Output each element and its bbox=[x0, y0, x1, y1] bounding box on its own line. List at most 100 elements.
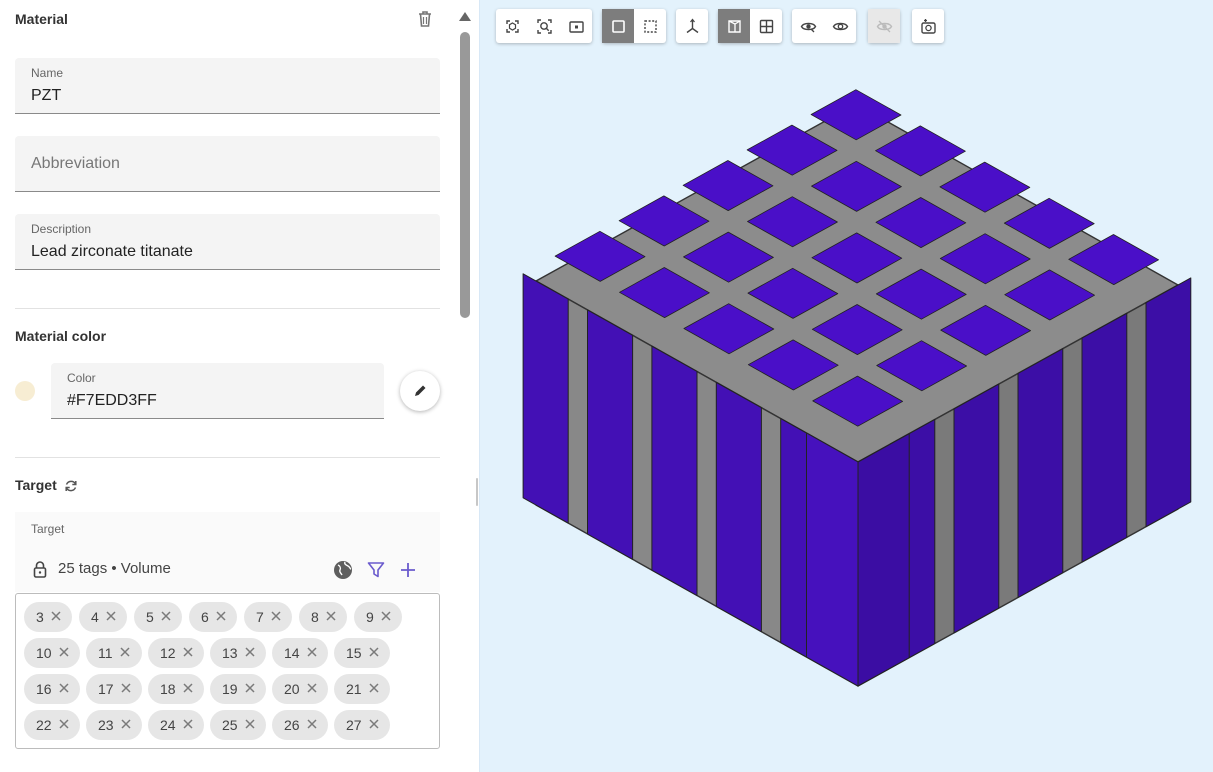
material-color-title: Material color bbox=[15, 328, 107, 344]
tag-chip[interactable]: 15 bbox=[334, 638, 390, 668]
remove-tag-icon[interactable] bbox=[58, 646, 72, 660]
abbreviation-field[interactable]: Abbreviation bbox=[15, 136, 440, 192]
tag-chip[interactable]: 16 bbox=[24, 674, 80, 704]
remove-tag-icon[interactable] bbox=[50, 610, 64, 624]
tag-chip[interactable]: 9 bbox=[354, 602, 402, 632]
pillar-side bbox=[522, 273, 569, 524]
tag-chip[interactable]: 27 bbox=[334, 710, 390, 740]
remove-tag-icon[interactable] bbox=[120, 682, 134, 696]
remove-tag-icon[interactable] bbox=[270, 610, 284, 624]
remove-tag-icon[interactable] bbox=[182, 718, 196, 732]
remove-tag-icon[interactable] bbox=[306, 718, 320, 732]
remove-tag-icon[interactable] bbox=[58, 718, 72, 732]
remove-tag-icon[interactable] bbox=[120, 718, 134, 732]
remove-tag-icon[interactable] bbox=[368, 646, 382, 660]
tag-chip-label: 5 bbox=[146, 609, 154, 625]
tag-chip[interactable]: 25 bbox=[210, 710, 266, 740]
remove-tag-icon[interactable] bbox=[182, 682, 196, 696]
tag-chip[interactable]: 17 bbox=[86, 674, 142, 704]
description-value: Lead zirconate titanate bbox=[31, 243, 193, 260]
tag-chip-label: 16 bbox=[36, 681, 52, 697]
target-summary: 25 tags • Volume bbox=[58, 560, 171, 577]
tag-chip-label: 24 bbox=[160, 717, 176, 733]
tag-chip-label: 13 bbox=[222, 645, 238, 661]
color-swatch bbox=[15, 381, 35, 401]
remove-tag-icon[interactable] bbox=[244, 718, 258, 732]
globe-icon[interactable] bbox=[332, 559, 354, 581]
pillar-side bbox=[806, 432, 859, 687]
remove-tag-icon[interactable] bbox=[368, 718, 382, 732]
edit-color-button[interactable] bbox=[400, 371, 440, 411]
delete-icon[interactable] bbox=[414, 8, 436, 30]
name-field[interactable]: Name PZT bbox=[15, 58, 440, 114]
tag-chip-label: 23 bbox=[98, 717, 114, 733]
tag-chip[interactable]: 23 bbox=[86, 710, 142, 740]
remove-tag-icon[interactable] bbox=[380, 610, 394, 624]
tag-chip[interactable]: 7 bbox=[244, 602, 292, 632]
tag-chip-label: 3 bbox=[36, 609, 44, 625]
tag-chip-label: 17 bbox=[98, 681, 114, 697]
add-tag-icon[interactable] bbox=[397, 559, 419, 581]
tag-chip-label: 15 bbox=[346, 645, 362, 661]
remove-tag-icon[interactable] bbox=[215, 610, 229, 624]
target-box-label: Target bbox=[31, 522, 65, 536]
tag-chip[interactable]: 12 bbox=[148, 638, 204, 668]
3d-model[interactable] bbox=[480, 0, 1213, 772]
remove-tag-icon[interactable] bbox=[58, 682, 72, 696]
tag-chip[interactable]: 5 bbox=[134, 602, 182, 632]
tag-chip-label: 20 bbox=[284, 681, 300, 697]
pillar-side bbox=[1145, 277, 1192, 528]
3d-viewer[interactable] bbox=[480, 0, 1213, 772]
remove-tag-icon[interactable] bbox=[368, 682, 382, 696]
tag-chip[interactable]: 3 bbox=[24, 602, 72, 632]
tag-chip[interactable]: 13 bbox=[210, 638, 266, 668]
tag-chip[interactable]: 22 bbox=[24, 710, 80, 740]
remove-tag-icon[interactable] bbox=[160, 610, 174, 624]
pillar-side bbox=[1017, 348, 1064, 598]
tag-chip[interactable]: 18 bbox=[148, 674, 204, 704]
pillar-side bbox=[715, 381, 762, 633]
refresh-icon[interactable] bbox=[63, 478, 79, 494]
remove-tag-icon[interactable] bbox=[105, 610, 119, 624]
tag-chip[interactable]: 8 bbox=[299, 602, 347, 632]
pencil-icon bbox=[415, 385, 426, 396]
scrollbar-thumb[interactable] bbox=[460, 32, 470, 318]
scroll-up-arrow-icon[interactable] bbox=[459, 12, 471, 21]
tag-chip-label: 25 bbox=[222, 717, 238, 733]
remove-tag-icon[interactable] bbox=[306, 646, 320, 660]
tag-chip[interactable]: 11 bbox=[86, 638, 142, 668]
filter-icon[interactable] bbox=[366, 559, 386, 581]
tag-chip[interactable]: 10 bbox=[24, 638, 80, 668]
description-field[interactable]: Description Lead zirconate titanate bbox=[15, 214, 440, 270]
tag-chip[interactable]: 19 bbox=[210, 674, 266, 704]
tag-chip-label: 4 bbox=[91, 609, 99, 625]
remove-tag-icon[interactable] bbox=[244, 646, 258, 660]
resize-handle[interactable] bbox=[476, 478, 478, 506]
pillar-side bbox=[587, 309, 634, 560]
tag-chip[interactable]: 4 bbox=[79, 602, 127, 632]
lock-icon[interactable] bbox=[31, 560, 49, 578]
tag-chip-label: 12 bbox=[160, 645, 176, 661]
tag-chip[interactable]: 20 bbox=[272, 674, 328, 704]
tag-list: 3 4 5 6 7 8 9 10 11 12 13 14 15 16 17 18 19 20 21 22 23 24 25 2… bbox=[15, 593, 440, 749]
tag-chip-label: 19 bbox=[222, 681, 238, 697]
tag-chip[interactable]: 21 bbox=[334, 674, 390, 704]
remove-tag-icon[interactable] bbox=[306, 682, 320, 696]
color-field[interactable]: Color #F7EDD3FF bbox=[51, 363, 384, 419]
pillar-side bbox=[857, 433, 910, 687]
tag-chip[interactable]: 14 bbox=[272, 638, 328, 668]
remove-tag-icon[interactable] bbox=[119, 646, 133, 660]
tag-chip-label: 8 bbox=[311, 609, 319, 625]
name-label: Name bbox=[31, 66, 64, 80]
tag-chip[interactable]: 26 bbox=[272, 710, 328, 740]
material-panel: Material Name PZT Abbreviation Descripti… bbox=[0, 0, 455, 772]
divider bbox=[15, 457, 440, 458]
remove-tag-icon[interactable] bbox=[244, 682, 258, 696]
remove-tag-icon[interactable] bbox=[325, 610, 339, 624]
tag-chip-label: 10 bbox=[36, 645, 52, 661]
tag-chip[interactable]: 6 bbox=[189, 602, 237, 632]
tag-chip[interactable]: 24 bbox=[148, 710, 204, 740]
tag-chip-label: 21 bbox=[346, 681, 362, 697]
tag-chip-label: 7 bbox=[256, 609, 264, 625]
remove-tag-icon[interactable] bbox=[182, 646, 196, 660]
